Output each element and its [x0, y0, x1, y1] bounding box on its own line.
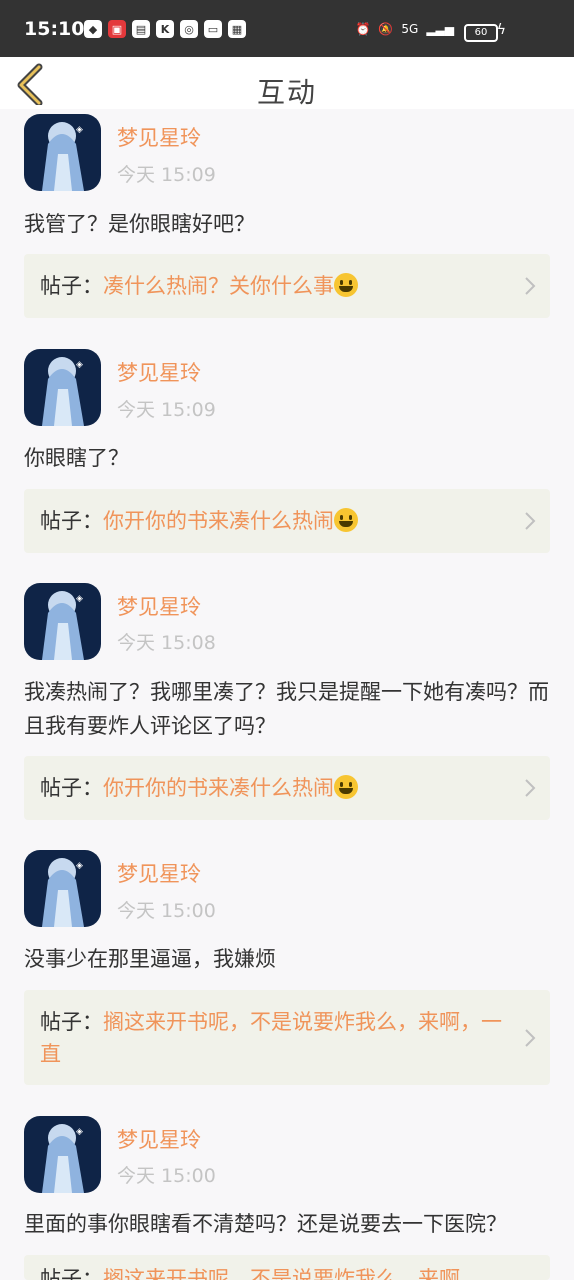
post-link[interactable]: 帖子：你开你的书来凑什么热闹	[24, 489, 550, 553]
avatar[interactable]: ◈	[24, 583, 101, 660]
alarm-icon: ⏰	[355, 22, 371, 36]
username[interactable]: 梦见星玲	[117, 591, 201, 621]
app-icon: ▤	[132, 20, 150, 38]
chevron-right-icon	[525, 277, 536, 295]
comment-text: 你眼瞎了？	[24, 446, 129, 470]
avatar[interactable]: ◈	[24, 349, 101, 426]
battery-icon: 60	[464, 24, 498, 42]
timestamp: 今天 15:09	[117, 164, 216, 186]
post-prefix: 帖子：	[40, 509, 103, 533]
svg-text:◈: ◈	[76, 360, 83, 370]
post-title: 你开你的书来凑什么热闹	[103, 509, 334, 533]
post-prefix: 帖子：	[40, 776, 103, 800]
svg-text:◈: ◈	[76, 1127, 83, 1137]
avatar[interactable]: ◈	[24, 1116, 101, 1193]
smiley-icon	[334, 508, 358, 532]
post-title: 你开你的书来凑什么热闹	[103, 776, 334, 800]
timestamp: 今天 15:00	[117, 900, 216, 922]
smiley-icon	[334, 775, 358, 799]
comment-text: 我管了？是你眼瞎好吧？	[24, 212, 255, 236]
page-title: 互动	[256, 76, 317, 109]
username[interactable]: 梦见星玲	[117, 1124, 201, 1154]
comment-text: 我凑热闹了？我哪里凑了？我只是提醒一下她有凑吗？而且我有要炸人评论区了吗？	[24, 680, 549, 738]
signal-icon: ▂▃▅	[426, 22, 454, 36]
post-link[interactable]: 帖子：凑什么热闹？关你什么事	[24, 254, 550, 318]
post-prefix: 帖子：	[40, 1010, 103, 1034]
iqiyi-icon: ▭	[204, 20, 222, 38]
notification-icons: ◆ ▣ ▤ K ◎ ▭ ▦	[84, 20, 246, 38]
timestamp: 今天 15:08	[117, 632, 216, 654]
post-link[interactable]: 帖子：搁这来开书呢，不是说要炸我么，来啊，	[24, 1255, 550, 1280]
status-bar: 15:10 ◆ ▣ ▤ K ◎ ▭ ▦ ⏰ 🔕 5G ▂▃▅ 60 ϟ	[0, 0, 574, 57]
bilibili-icon: ▦	[228, 20, 246, 38]
post-title: 凑什么热闹？关你什么事	[103, 274, 334, 298]
username[interactable]: 梦见星玲	[117, 357, 201, 387]
kuaishou-icon: K	[156, 20, 174, 38]
avatar[interactable]: ◈	[24, 114, 101, 191]
network-label: 5G	[401, 22, 419, 36]
chevron-right-icon	[525, 512, 536, 530]
username[interactable]: 梦见星玲	[117, 858, 201, 888]
avatar[interactable]: ◈	[24, 850, 101, 927]
svg-text:◈: ◈	[76, 125, 83, 135]
username[interactable]: 梦见星玲	[117, 122, 201, 152]
chevron-right-icon	[525, 1029, 536, 1047]
comment-text: 里面的事你眼瞎看不清楚吗？还是说要去一下医院？	[24, 1212, 507, 1236]
app-header: 互动	[0, 57, 574, 109]
svg-text:◈: ◈	[76, 861, 83, 871]
chevron-right-icon	[525, 779, 536, 797]
timestamp: 今天 15:00	[117, 1165, 216, 1187]
comment-text: 没事少在那里逼逼，我嫌烦	[24, 947, 276, 971]
svg-text:◈: ◈	[76, 594, 83, 604]
post-prefix: 帖子：	[40, 274, 103, 298]
mute-icon: 🔕	[378, 22, 394, 36]
post-link[interactable]: 帖子：搁这来开书呢，不是说要炸我么，来啊，一直	[24, 990, 550, 1085]
app-icon: ▣	[108, 20, 126, 38]
status-right-icons: ⏰ 🔕 5G ▂▃▅	[355, 22, 454, 36]
qq-icon: ◆	[84, 20, 102, 38]
timestamp: 今天 15:09	[117, 399, 216, 421]
weibo-icon: ◎	[180, 20, 198, 38]
post-prefix: 帖子：	[40, 1267, 103, 1280]
smiley-icon	[334, 273, 358, 297]
post-link[interactable]: 帖子：你开你的书来凑什么热闹	[24, 756, 550, 820]
status-time: 15:10	[24, 18, 85, 40]
post-title: 搁这来开书呢，不是说要炸我么，来啊，	[103, 1267, 481, 1280]
charging-icon: ϟ	[496, 22, 506, 38]
post-title: 搁这来开书呢，不是说要炸我么，来啊，一直	[40, 1010, 502, 1066]
